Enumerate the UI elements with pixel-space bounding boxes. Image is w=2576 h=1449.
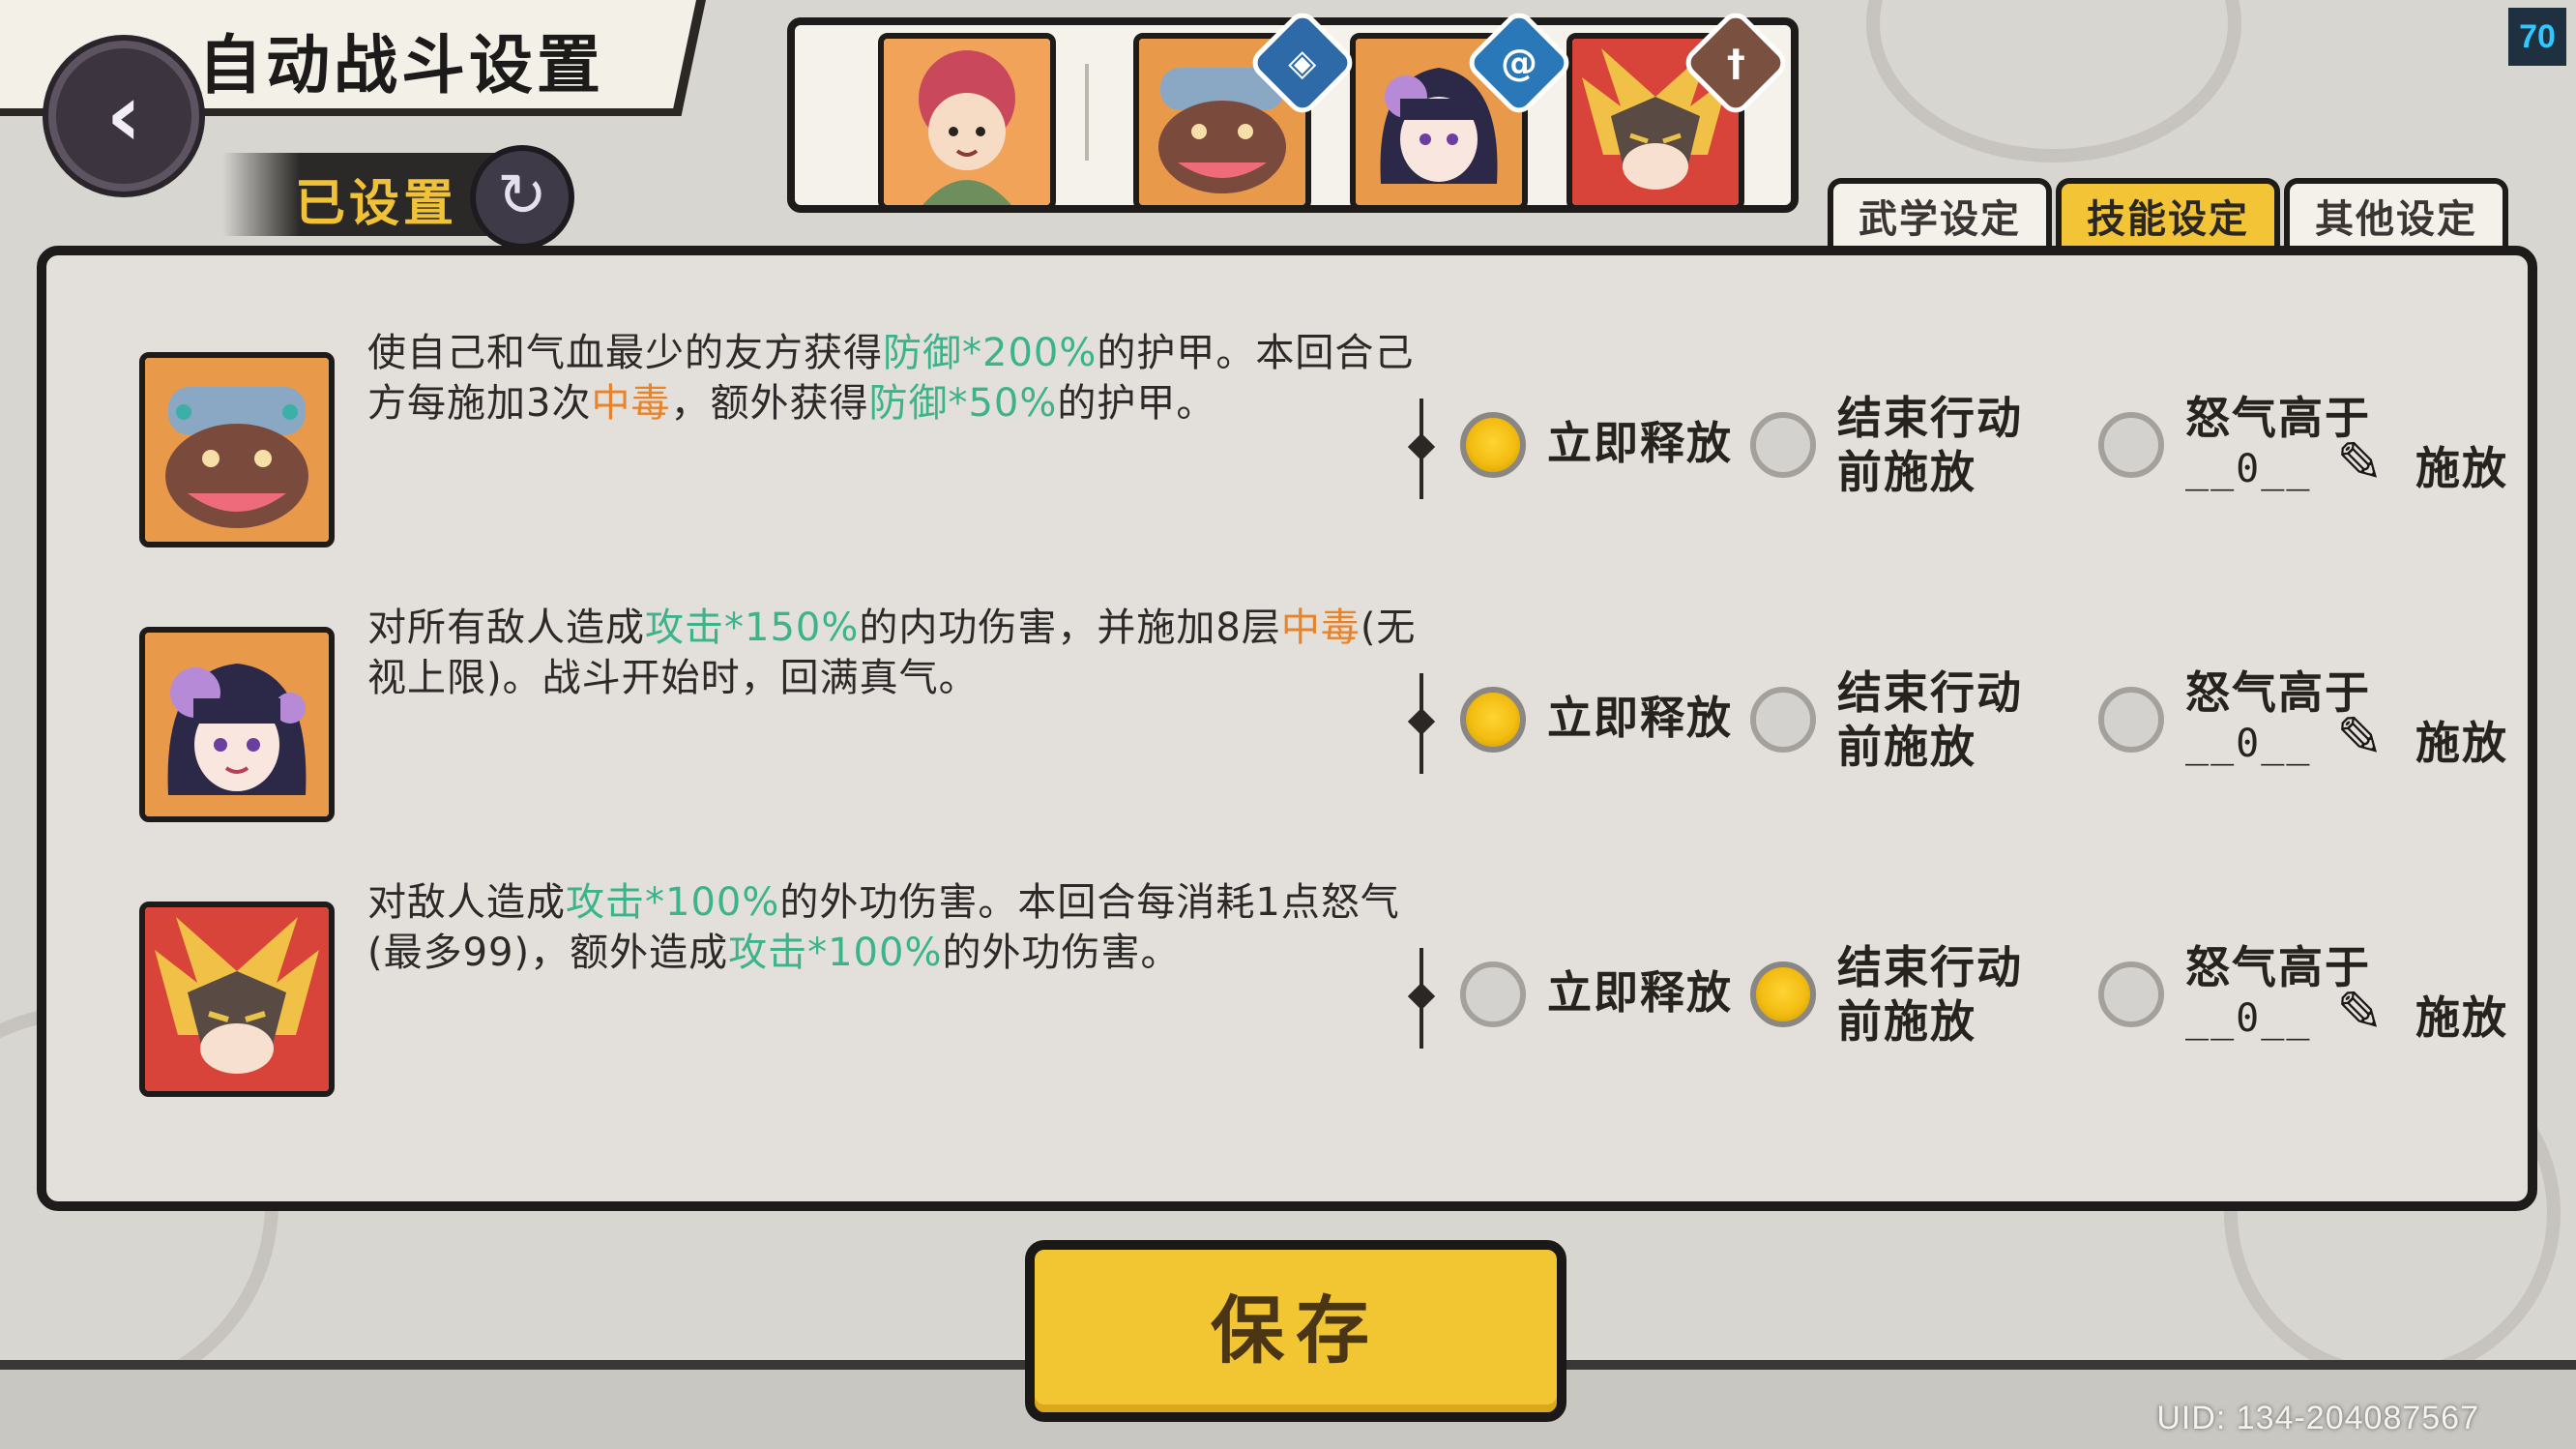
radio-rage[interactable] [2098,961,2164,1027]
save-button[interactable]: 保存 [1025,1240,1566,1422]
skill-row: 对所有敌人造成攻击*150%的内功伤害，并施加8层中毒(无视上限)。战斗开始时，… [46,530,2528,822]
radio-rage[interactable] [2098,412,2164,478]
radio-before-end[interactable] [1750,961,1816,1027]
option-before-end-line2: 前施放 [1837,995,1976,1048]
skill-settings-panel: 使自己和气血最少的友方获得防御*200%的护甲。本回合己方每施加3次中毒，额外获… [37,246,2537,1211]
skill-description: 对敌人造成攻击*100%的外功伤害。本回合每消耗1点怒气(最多99)，额外造成攻… [367,877,1431,978]
skill-description: 使自己和气血最少的友方获得防御*200%的护甲。本回合己方每施加3次中毒，额外获… [367,328,1431,429]
background-swirl [1866,0,2241,163]
rage-threshold-input[interactable]: __0__ [2185,722,2311,766]
rage-threshold-input[interactable]: __0__ [2185,447,2311,491]
back-arrow-icon: ‹ [105,65,142,166]
option-rage-suffix: 施放 [2415,991,2508,1044]
option-before-end-label: 结束行动 前施放 [1837,940,2023,1049]
row-divider [1420,948,1423,1049]
option-before-end-line2: 前施放 [1837,446,1976,498]
option-before-end-line1: 结束行动 [1837,941,2023,993]
rage-threshold-input[interactable]: __0__ [2185,996,2311,1041]
radio-before-end[interactable] [1750,687,1816,753]
description-text: 的内功伤害，并施加8层 [859,606,1281,650]
option-immediate-label: 立即释放 [1547,417,1733,469]
description-text: ，额外获得 [670,381,869,426]
level-badge: 70 [2508,8,2566,66]
highlight-text: 攻击*100% [728,931,943,975]
radio-immediate[interactable] [1460,412,1526,478]
skill-row: 使自己和气血最少的友方获得防御*200%的护甲。本回合己方每施加3次中毒，额外获… [46,255,2528,547]
option-before-end-line1: 结束行动 [1837,392,2023,444]
sword-icon: † [1726,42,1745,84]
option-rage-suffix: 施放 [2415,442,2508,494]
tab-skills[interactable]: 技能设定 [2056,178,2280,255]
description-text: 使自己和气血最少的友方获得 [367,331,883,375]
tab-other[interactable]: 其他设定 [2284,178,2508,255]
option-rage-suffix: 施放 [2415,717,2508,769]
highlight-text: 攻击*150% [645,606,860,650]
skill-portrait [139,352,335,547]
highlight-text: 中毒 [591,381,671,426]
highlight-text: 防御*200% [883,331,1098,375]
option-immediate-label: 立即释放 [1547,966,1733,1019]
team-bar: ◈ @ † [787,7,1799,213]
description-text: 对敌人造成 [367,880,566,925]
team-separator [1085,64,1089,161]
description-text: 对所有敌人造成 [367,606,645,650]
pen-icon[interactable]: ✎ [2336,429,2384,495]
hero-portrait-icon [145,907,329,1091]
hero-portrait-icon [145,633,329,816]
option-before-end-line2: 前施放 [1837,721,1976,773]
description-text: 的护甲。 [1057,381,1216,426]
refresh-icon: ↻ [497,160,547,230]
radio-rage[interactable] [2098,687,2164,753]
hero-portrait-icon [884,39,1050,205]
back-button[interactable]: ‹ [48,41,199,192]
option-before-end-label: 结束行动 前施放 [1837,665,2023,774]
refresh-button[interactable]: ↻ [470,145,574,250]
row-divider [1420,399,1423,499]
radio-immediate[interactable] [1460,961,1526,1027]
skill-row: 对敌人造成攻击*100%的外功伤害。本回合每消耗1点怒气(最多99)，额外造成攻… [46,805,2528,1097]
tab-martial-arts[interactable]: 武学设定 [1828,178,2052,255]
radio-immediate[interactable] [1460,687,1526,753]
highlight-text: 防御*50% [868,381,1058,426]
skill-portrait [139,902,335,1097]
pen-icon[interactable]: ✎ [2336,979,2384,1045]
highlight-text: 中毒 [1280,606,1361,650]
radio-before-end[interactable] [1750,412,1816,478]
description-text: 的外功伤害。 [942,931,1181,975]
hero-portrait-icon [145,358,329,542]
status-badge-label: 已设置 [295,175,458,233]
option-before-end-label: 结束行动 前施放 [1837,391,2023,499]
team-slot-1[interactable] [878,33,1056,211]
option-before-end-line1: 结束行动 [1837,666,2023,719]
pen-icon[interactable]: ✎ [2336,704,2384,770]
highlight-text: 攻击*100% [566,880,780,925]
uid-text: UID: 134-204087567 [2156,1400,2479,1436]
row-divider [1420,673,1423,774]
skill-portrait [139,627,335,822]
swirl-icon: @ [1501,42,1537,84]
option-immediate-label: 立即释放 [1547,692,1733,744]
skill-description: 对所有敌人造成攻击*150%的内功伤害，并施加8层中毒(无视上限)。战斗开始时，… [367,603,1431,703]
page-title: 自动战斗设置 [198,28,604,103]
shield-icon: ◈ [1288,41,1317,84]
